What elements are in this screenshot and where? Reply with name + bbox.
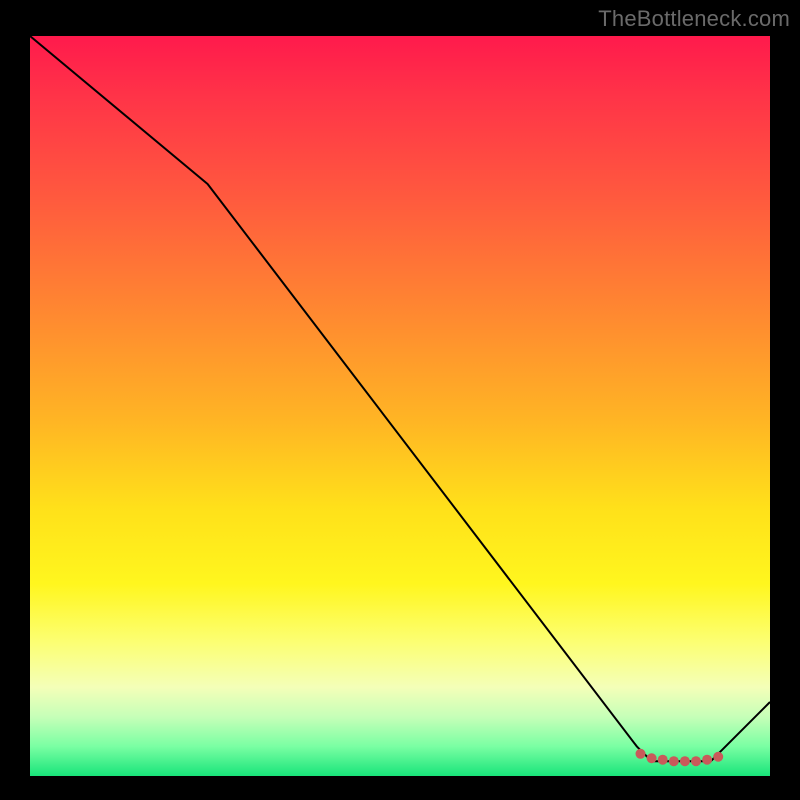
marker-dot: [702, 755, 712, 765]
plot-svg: [30, 36, 770, 776]
marker-dot: [691, 756, 701, 766]
marker-dot: [680, 756, 690, 766]
watermark-text: TheBottleneck.com: [598, 6, 790, 32]
marker-dot: [669, 756, 679, 766]
chart-stage: TheBottleneck.com: [0, 0, 800, 800]
marker-dot: [647, 753, 657, 763]
marker-dot: [658, 755, 668, 765]
series-line: [30, 36, 770, 761]
marker-dot: [636, 749, 646, 759]
plot-area: [30, 36, 770, 776]
marker-dot: [713, 752, 723, 762]
